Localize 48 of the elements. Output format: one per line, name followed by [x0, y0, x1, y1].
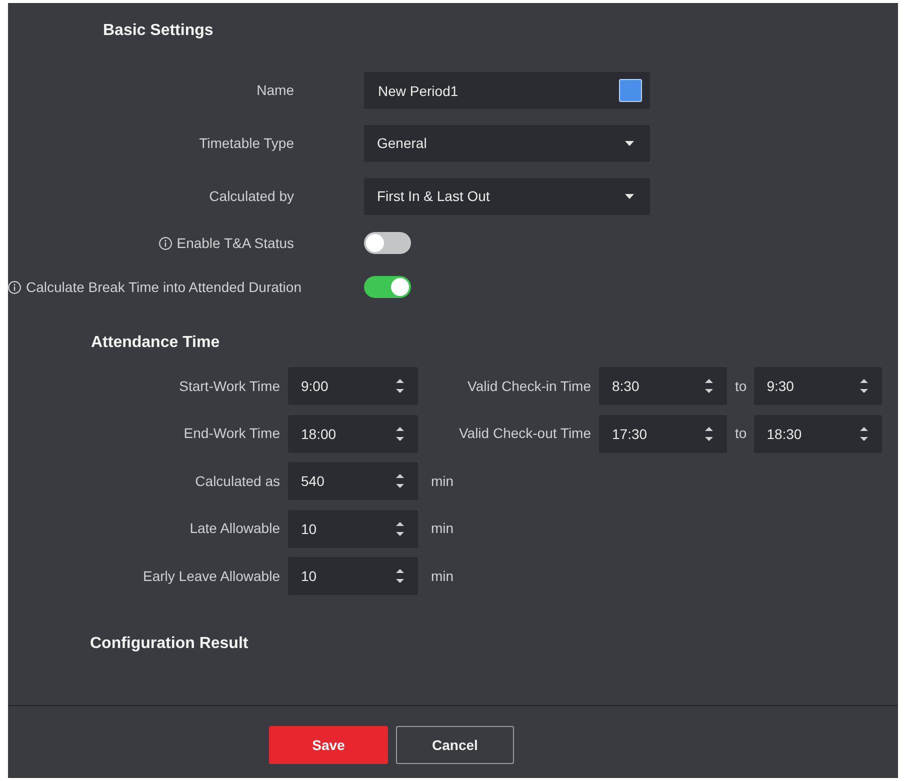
field-label: Late Allowable [190, 519, 280, 538]
time-input[interactable]: 9:30 [754, 367, 882, 405]
field-label: Start-Work Time [179, 376, 280, 396]
toggle-switch[interactable] [364, 232, 411, 254]
toggle-switch[interactable] [364, 276, 411, 298]
field-label: Enable T&A Status [176, 234, 294, 252]
dropdown[interactable]: General [364, 125, 650, 162]
section-heading: Basic Settings [103, 22, 214, 39]
spin-arrows-icon[interactable] [396, 378, 404, 394]
time-input[interactable]: 17:30 [599, 414, 727, 452]
number-input[interactable]: 540 [288, 462, 418, 500]
time-input[interactable]: 8:30 [599, 367, 727, 405]
spin-arrows-icon[interactable] [396, 426, 404, 442]
name-input[interactable]: New Period1 [364, 72, 650, 109]
save-button[interactable]: Save [269, 726, 388, 764]
unit-label: min [431, 472, 454, 490]
spin-arrows-icon[interactable] [705, 378, 713, 394]
time-input[interactable]: 18:30 [754, 414, 882, 452]
field-label: Valid Check-out Time [458, 424, 591, 443]
unit-label: min [431, 566, 454, 586]
cancel-button[interactable]: Cancel [396, 726, 514, 764]
field-label: Calculate Break Time into Attended Duration [26, 278, 302, 296]
caret-icon [625, 194, 634, 199]
section-heading: Configuration Result [90, 634, 248, 652]
field-label: Calculated as [195, 472, 280, 490]
color-swatch-icon[interactable] [619, 79, 642, 102]
spin-arrows-icon[interactable] [705, 426, 713, 442]
field-label: Valid Check-in Time [468, 376, 591, 396]
spin-arrows-icon[interactable] [860, 378, 868, 394]
number-input[interactable]: 10 [288, 557, 418, 595]
field-label: Name [256, 81, 294, 100]
spin-arrows-icon[interactable] [860, 426, 868, 442]
dropdown[interactable]: First In & Last Out [364, 178, 650, 215]
section-heading: Attendance Time [91, 334, 220, 351]
field-label: End-Work Time [184, 424, 280, 443]
field-label: Calculated by [209, 187, 294, 206]
time-input[interactable]: 18:00 [288, 414, 418, 452]
spin-arrows-icon[interactable] [396, 568, 404, 584]
range-separator: to [735, 424, 747, 443]
range-separator: to [735, 376, 747, 396]
field-label: Timetable Type [199, 134, 294, 153]
spin-arrows-icon[interactable] [396, 473, 404, 489]
caret-icon [625, 141, 634, 146]
spin-arrows-icon[interactable] [396, 520, 404, 536]
field-label: Early Leave Allowable [143, 566, 280, 586]
number-input[interactable]: 10 [288, 510, 418, 548]
time-input[interactable]: 9:00 [288, 367, 418, 405]
unit-label: min [431, 519, 454, 538]
